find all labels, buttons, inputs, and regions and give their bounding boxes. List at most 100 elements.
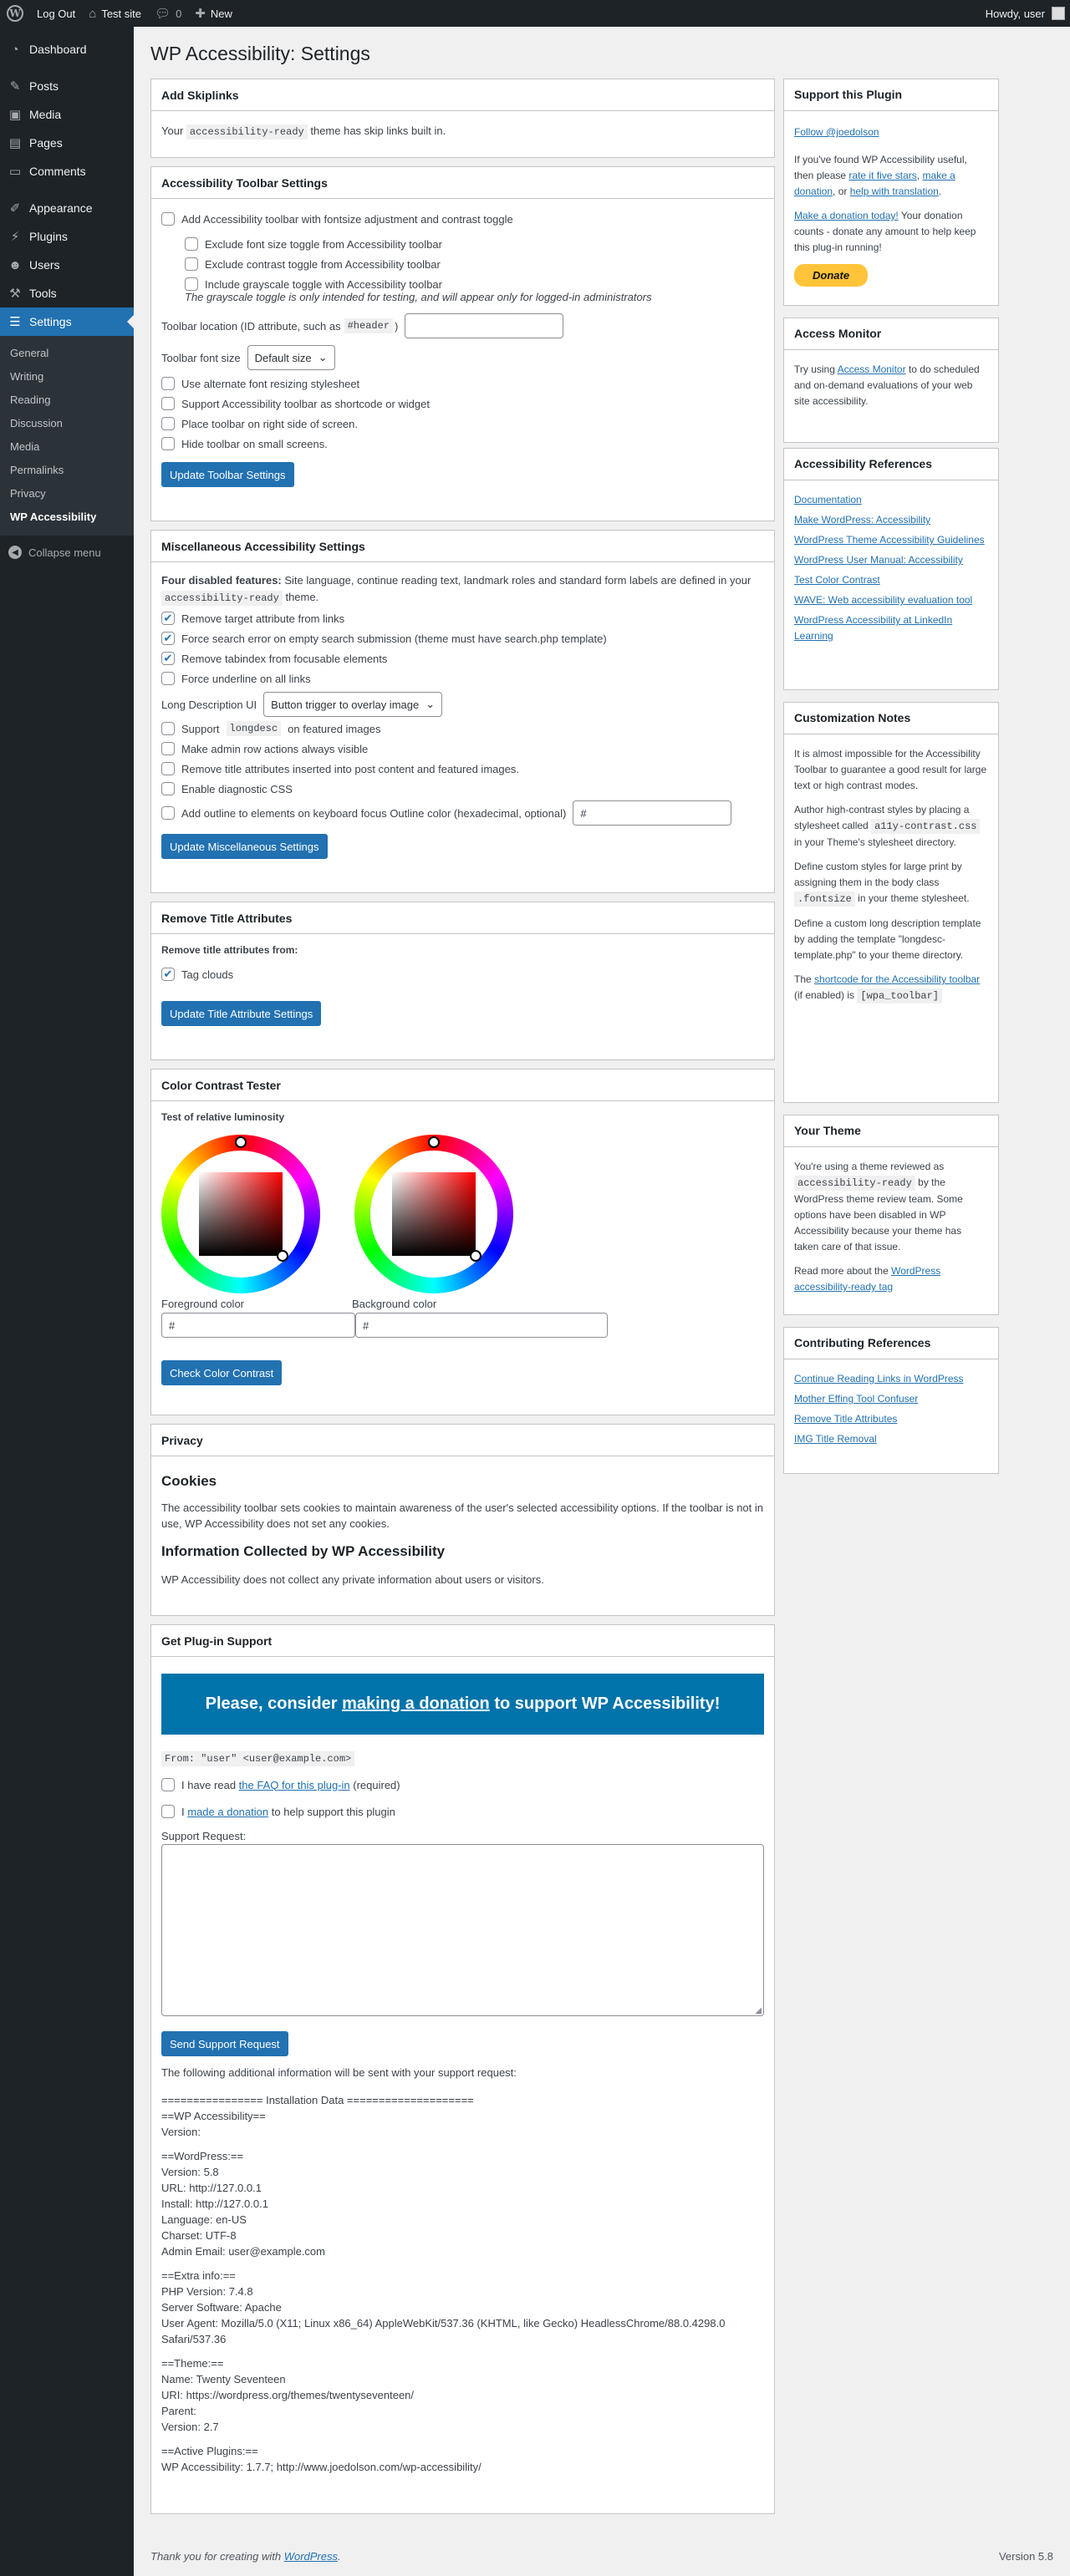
check-contrast-button[interactable]: Check Color Contrast [161,1360,283,1385]
reference-link[interactable]: Test Color Contrast [794,572,988,588]
right-side-checkbox[interactable] [161,417,175,430]
skiplinks-panel: Add Skiplinks Your accessibility-ready t… [150,79,775,158]
remove-tabindex-checkbox[interactable]: ✔ [161,652,175,665]
submenu-writing[interactable]: Writing [0,365,134,389]
submenu-media[interactable]: Media [0,435,134,459]
paypal-donate-button[interactable]: Donate [794,264,869,287]
remove-title-attr-checkbox[interactable] [161,762,175,775]
reference-link[interactable]: WordPress Theme Accessibility Guidelines [794,532,988,548]
menu-settings[interactable]: ☰ Settings [0,307,134,336]
wp-logo-menu[interactable]: W [0,0,30,27]
menu-appearance[interactable]: ✐ Appearance [0,194,134,222]
hide-small-checkbox[interactable] [161,437,175,450]
toolbar-font-size-select[interactable]: Default size ⌄ [247,345,335,370]
color-marker[interactable] [277,1250,288,1262]
comments-link[interactable]: 💬︎ 0 [148,0,188,27]
shortcode-checkbox[interactable] [161,397,175,410]
logout-link[interactable]: Log Out [30,0,82,27]
access-monitor-link[interactable]: Access Monitor [838,363,906,375]
submenu-reading[interactable]: Reading [0,389,134,412]
menu-users[interactable]: ☻ Users [0,251,134,279]
menu-plugins[interactable]: ⚡︎ Plugins [0,222,134,251]
collapse-menu-button[interactable]: ◀ Collapse menu [0,536,134,559]
grayscale-checkbox[interactable] [185,277,198,291]
faq-read-checkbox[interactable] [161,1778,175,1791]
disabled-post: theme. [285,591,319,603]
hue-marker[interactable] [428,1136,440,1148]
shortcode-link[interactable]: shortcode for the Accessibility toolbar [814,973,980,985]
faq-link[interactable]: the FAQ for this plug-in [239,1779,350,1791]
reference-link[interactable]: WordPress User Manual: Accessibility [794,552,988,568]
submenu-permalinks[interactable]: Permalinks [0,459,134,482]
foreground-color-picker[interactable] [161,1135,320,1293]
site-name-link[interactable]: ⌂ Test site [82,0,148,27]
saturation-square[interactable] [392,1172,476,1256]
update-title-attr-button[interactable]: Update Title Attribute Settings [161,1001,322,1026]
reference-link[interactable]: WordPress Accessibility at LinkedIn Lear… [794,612,988,644]
longdesc-select[interactable]: Button trigger to overlay image ⌄ [263,692,443,717]
hue-marker[interactable] [235,1136,247,1148]
admin-rows-checkbox[interactable] [161,742,175,755]
contributing-link[interactable]: Remove Title Attributes [794,1411,988,1427]
reference-link[interactable]: Documentation [794,492,988,508]
translation-link[interactable]: help with translation [850,185,939,197]
donate-today-link[interactable]: Make a donation today! [794,210,899,221]
remove-target-checkbox[interactable]: ✔ [161,612,175,625]
reference-link[interactable]: WAVE: Web accessibility evaluation tool [794,592,988,608]
color-marker[interactable] [470,1250,482,1262]
made-donation-link[interactable]: made a donation [187,1806,268,1818]
exclude-contrast-checkbox[interactable] [185,257,198,271]
menu-dashboard[interactable]: ◔ Dashboard [0,35,134,64]
toolbar-location-input[interactable] [405,313,564,338]
update-toolbar-button[interactable]: Update Toolbar Settings [161,462,294,487]
diagnostic-css-checkbox[interactable] [161,782,175,795]
follow-link[interactable]: Follow @joedolson [794,126,879,138]
menu-comments[interactable]: ▭ Comments [0,157,134,185]
reference-link[interactable]: Make WordPress: Accessibility [794,512,988,528]
background-input[interactable]: # [355,1313,608,1338]
faq-post: (required) [353,1778,400,1791]
resize-handle-icon[interactable]: ◢ [755,2006,762,2015]
focus-outline-checkbox[interactable] [161,806,175,820]
checkbox-label: Hide toolbar on small screens. [181,437,328,450]
contributing-link[interactable]: Mother Effing Tool Confuser [794,1391,988,1407]
force-underline-checkbox[interactable] [161,672,175,685]
media-icon: ▣ [8,108,22,122]
saturation-square[interactable] [199,1172,283,1256]
support-request-textarea[interactable]: ◢ [161,1844,764,2016]
menu-posts[interactable]: ✎ Posts [0,72,134,100]
title-attributes-panel: Remove Title Attributes Remove title att… [150,902,775,1060]
rate-link[interactable]: rate it five stars [848,170,916,181]
menu-media[interactable]: ▣ Media [0,100,134,129]
additional-info-text: The following additional information wil… [161,2066,517,2079]
menu-pages[interactable]: ▤ Pages [0,129,134,157]
menu-tools[interactable]: ⚒︎ Tools [0,279,134,307]
exclude-font-checkbox[interactable] [185,237,198,251]
submenu-general[interactable]: General [0,342,134,365]
background-color-picker[interactable] [354,1135,513,1293]
add-toolbar-checkbox[interactable] [161,212,175,226]
submenu-privacy[interactable]: Privacy [0,482,134,506]
select-value: Default size [254,351,312,364]
checkbox-label: Include grayscale toggle with Accessibil… [205,277,442,291]
new-content-link[interactable]: ✚ New [188,0,239,27]
contributing-link[interactable]: IMG Title Removal [794,1431,988,1447]
alt-font-checkbox[interactable] [161,377,175,390]
foreground-input[interactable]: # [161,1313,355,1338]
menu-label: Media [29,108,62,121]
checkbox-label: Remove target attribute from links [181,612,345,625]
tag-clouds-checkbox[interactable]: ✔ [161,968,175,981]
send-support-button[interactable]: Send Support Request [161,2031,288,2056]
my-account[interactable]: Howdy, user [986,7,1070,20]
submenu-wp-accessibility[interactable]: WP Accessibility [0,506,134,529]
submenu-discussion[interactable]: Discussion [0,412,134,435]
made-donation-checkbox[interactable] [161,1805,175,1818]
force-search-checkbox[interactable]: ✔ [161,632,175,645]
outline-color-input[interactable]: # [573,800,732,826]
longdesc-support-checkbox[interactable] [161,722,175,735]
contributing-link[interactable]: Continue Reading Links in WordPress [794,1371,988,1387]
wordpress-link[interactable]: WordPress [284,2550,338,2563]
banner-donation-link[interactable]: making a donation [342,1694,490,1713]
foreground-label: Foreground color [161,1298,244,1310]
update-misc-button[interactable]: Update Miscellaneous Settings [161,834,328,859]
